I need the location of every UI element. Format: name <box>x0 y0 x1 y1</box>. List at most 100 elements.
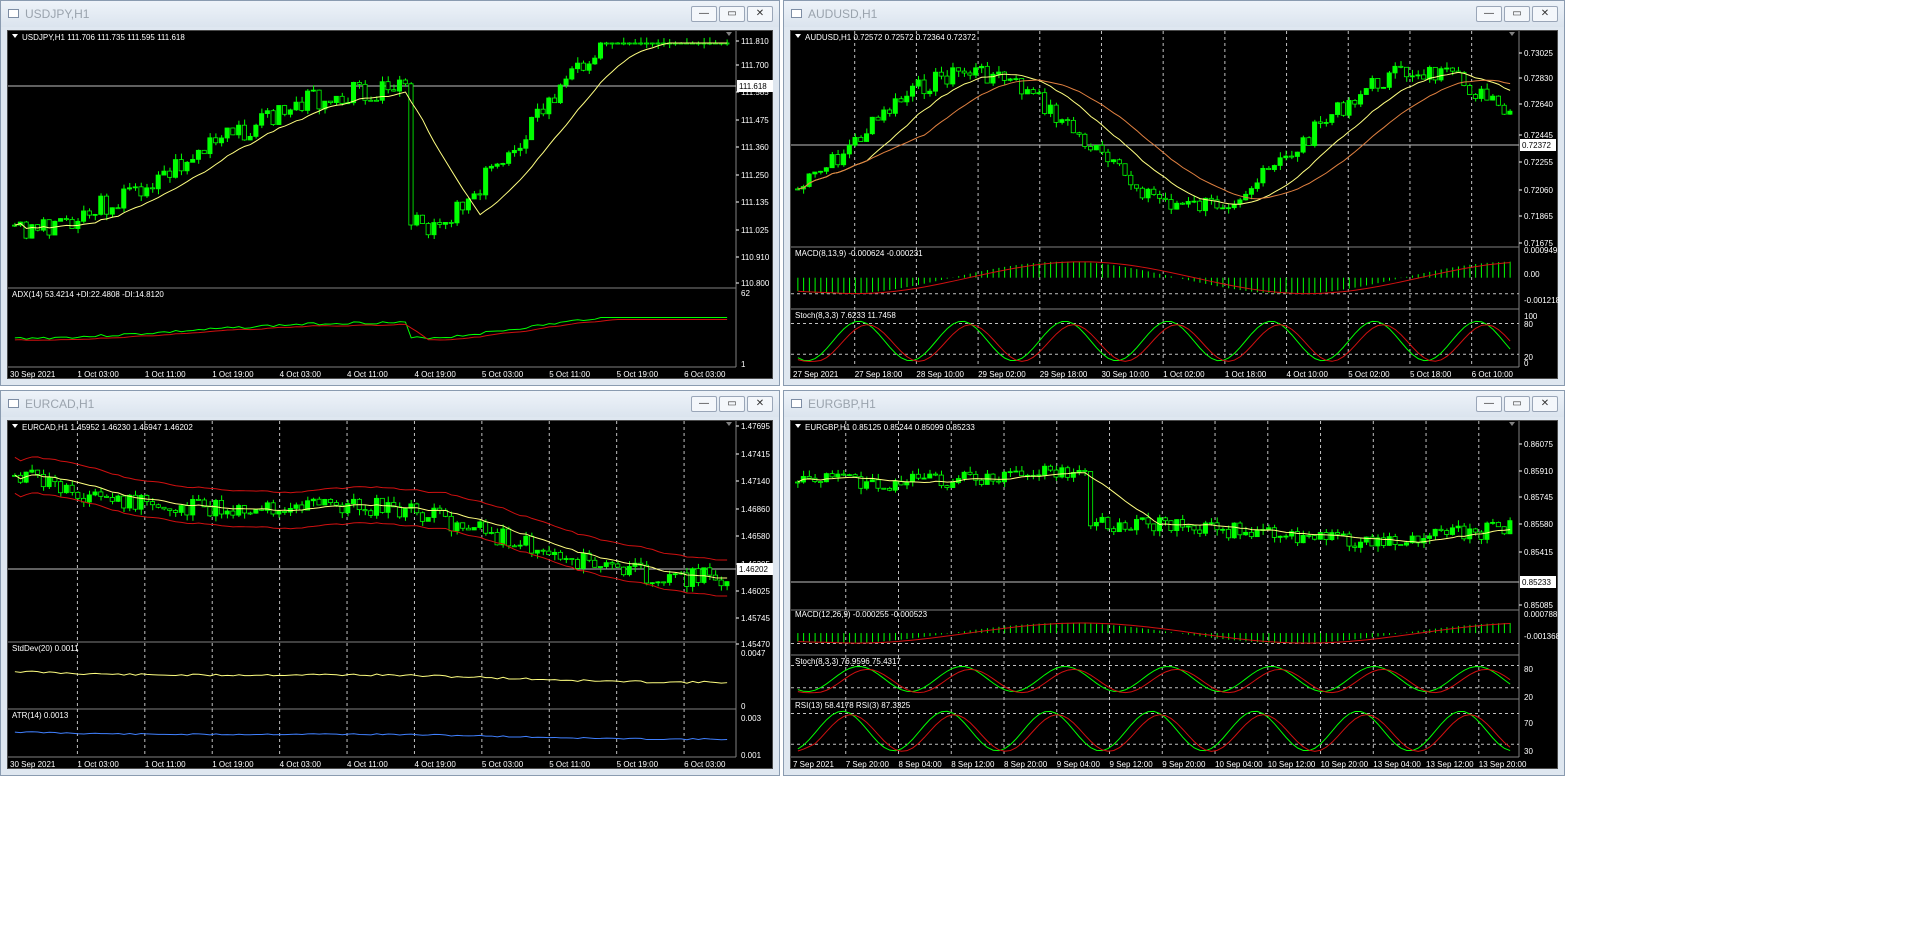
window-titlebar[interactable]: USDJPY,H1 — ▭ ✕ <box>1 1 779 27</box>
candle-body <box>333 95 339 103</box>
candle-body <box>597 42 604 59</box>
time-label: 10 Sep 20:00 <box>1321 760 1369 769</box>
chart-area[interactable]: 111.810 111.700 111.585 111.475 111.360 111.2… <box>7 30 773 379</box>
chart-canvas[interactable]: 1.476951.474151.471401.468601.465801.463… <box>8 421 774 770</box>
chart-canvas[interactable]: 111.810111.700111.585111.475111.360111.2… <box>8 31 774 380</box>
candle-body <box>973 473 979 481</box>
candle-body <box>270 502 276 515</box>
candle-body <box>483 167 489 196</box>
candle-body <box>207 137 213 155</box>
window-titlebar[interactable]: EURGBP,H1 — ▭ ✕ <box>784 391 1564 417</box>
time-label: 5 Oct 11:00 <box>549 370 590 379</box>
restore-button[interactable]: ▭ <box>719 6 745 22</box>
candle-body <box>950 482 956 488</box>
candle-body <box>1306 534 1312 537</box>
minimize-button[interactable]: — <box>1476 396 1502 412</box>
time-label: 1 Oct 03:00 <box>77 760 119 769</box>
candle-body <box>534 549 540 554</box>
candle-body <box>373 99 380 102</box>
candle-body <box>1093 521 1099 527</box>
minimize-button[interactable]: — <box>1476 6 1502 22</box>
candle-body <box>575 559 581 569</box>
chart-window-audusd[interactable]: AUDUSD,H1 — ▭ ✕ 0.73025 0.72830 0.72640 0.7… <box>783 0 1565 386</box>
chart-area[interactable]: 1.476951.474151.471401.468601.465801.463… <box>7 420 773 769</box>
candle-body <box>869 116 875 135</box>
candle-body <box>1122 522 1128 530</box>
candle-body <box>1139 187 1145 199</box>
candle-body <box>1421 74 1427 80</box>
window-titlebar[interactable]: AUDUSD,H1 — ▭ ✕ <box>784 1 1564 27</box>
candle-body <box>1426 535 1432 539</box>
chart-canvas[interactable]: 0.73025 0.72830 0.72640 0.72445 0.72255 0.720… <box>791 31 1559 380</box>
chart-header-triangle-icon <box>795 424 801 428</box>
restore-button[interactable]: ▭ <box>1504 6 1530 22</box>
candle-body <box>1151 188 1157 195</box>
candle-body <box>835 154 841 166</box>
candle-body <box>1105 516 1111 530</box>
candle-body <box>1053 104 1059 123</box>
close-button[interactable]: ✕ <box>1532 6 1558 22</box>
candle-body <box>615 42 621 45</box>
minimize-button[interactable]: — <box>691 396 717 412</box>
candle-body <box>282 105 288 115</box>
restore-button[interactable]: ▭ <box>719 396 745 412</box>
candle-body <box>1352 100 1358 105</box>
candle-body <box>287 109 293 115</box>
candle-body <box>1329 532 1335 541</box>
candle-body <box>328 499 334 503</box>
candle-body <box>967 471 973 475</box>
candle-body <box>1013 470 1019 473</box>
candle-body <box>1059 119 1065 123</box>
candle-body <box>259 113 265 126</box>
candle-body <box>167 508 173 511</box>
candle-body <box>1300 534 1306 544</box>
time-label: 1 Oct 19:00 <box>212 760 254 769</box>
candle-body <box>1076 132 1082 135</box>
indicator-level-label: 0 <box>1524 359 1529 368</box>
candle-body <box>1415 74 1421 77</box>
candle-body <box>1243 531 1249 536</box>
candle-body <box>161 506 167 510</box>
candle-body <box>92 213 98 216</box>
close-button[interactable]: ✕ <box>1532 396 1558 412</box>
minimize-button[interactable]: — <box>691 6 717 22</box>
price-level-label: 0.85085 <box>1524 601 1553 610</box>
candle-body <box>1392 65 1398 74</box>
candle-body <box>609 42 615 45</box>
chart-area[interactable]: 0.73025 0.72830 0.72640 0.72445 0.72255 0.720… <box>790 30 1559 380</box>
indicator-level-label: 62 <box>741 289 750 298</box>
candle-body <box>299 101 305 111</box>
candle-body <box>546 97 552 115</box>
chart-window-eurgbp[interactable]: EURGBP,H1 — ▭ ✕ 0.86075 0.85910 0.85745 0.8… <box>783 390 1565 776</box>
candle-body <box>649 582 655 585</box>
candle-body <box>887 109 893 114</box>
close-button[interactable]: ✕ <box>747 396 773 412</box>
candle-body <box>580 552 586 569</box>
candle-body <box>322 499 328 506</box>
candle-body <box>643 42 649 45</box>
indicator-level-label: -0.001368 <box>1524 632 1559 641</box>
candle-body <box>138 186 144 197</box>
chart-canvas[interactable]: 0.86075 0.85910 0.85745 0.85580 0.85415 0.850… <box>791 421 1559 770</box>
close-button[interactable]: ✕ <box>747 6 773 22</box>
time-label: 4 Oct 10:00 <box>1287 370 1329 379</box>
candle-body <box>1317 121 1323 124</box>
window-titlebar[interactable]: EURCAD,H1 — ▭ ✕ <box>1 391 779 417</box>
indicator-level-label: -0.001218 <box>1524 296 1559 305</box>
candle-body <box>672 573 678 576</box>
time-label: 6 Oct 10:00 <box>1472 370 1514 379</box>
restore-button[interactable]: ▭ <box>1504 396 1530 412</box>
indicator-level-label: 80 <box>1524 320 1533 329</box>
chart-area[interactable]: 0.86075 0.85910 0.85745 0.85580 0.85415 0.850… <box>790 420 1559 770</box>
candle-body <box>1266 527 1272 530</box>
candle-body <box>155 174 161 190</box>
candle-body <box>592 559 598 568</box>
chart-window-usdjpy[interactable]: USDJPY,H1 — ▭ ✕ 111.810 111.700 111.585 111… <box>0 0 780 386</box>
candle-body <box>1070 119 1076 134</box>
time-label: 1 Oct 11:00 <box>145 760 186 769</box>
candle-body <box>224 510 230 515</box>
chart-window-eurcad[interactable]: EURCAD,H1 — ▭ ✕ 1.47695 1.47415 1.47140 1.4… <box>0 390 780 776</box>
candle-body <box>35 469 41 475</box>
candle-body <box>1139 517 1145 520</box>
candle-body <box>333 502 339 506</box>
